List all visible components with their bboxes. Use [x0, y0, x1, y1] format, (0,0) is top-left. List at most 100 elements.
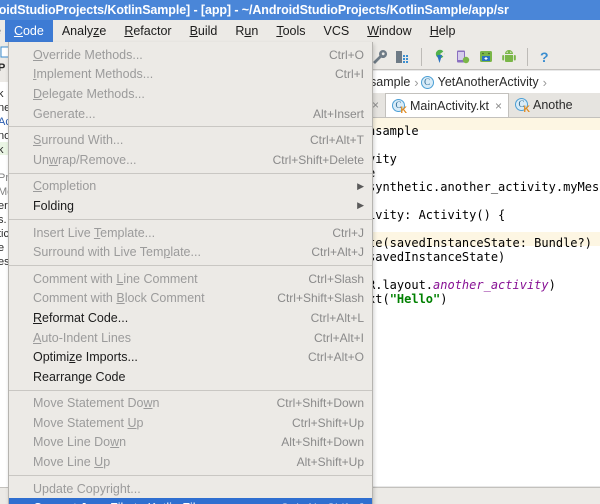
menu-item-label: Auto-Indent Lines — [33, 330, 131, 345]
menu-item-comment-with-block-comment[interactable]: Comment with Block Comment Ctrl+Shift+Sla… — [9, 289, 372, 309]
tab-close-icon[interactable]: × — [493, 99, 502, 113]
menu-item-move-line-down[interactable]: Move Line Down Alt+Shift+Down — [9, 433, 372, 453]
menu-item-label: Unwrap/Remove... — [33, 152, 137, 167]
menu-item-shortcut: Ctrl+O — [328, 47, 364, 62]
code-menu-dropdown[interactable]: Override Methods... Ctrl+O Implement Metho… — [8, 42, 373, 504]
code-line: nsample — [370, 124, 419, 138]
avd-manager-icon[interactable] — [455, 49, 471, 65]
menu-item-shortcut: Ctrl+Alt+O — [307, 350, 364, 365]
tree-row[interactable]: s. — [0, 214, 7, 226]
svg-text:?: ? — [540, 49, 549, 65]
menu-item-label: Move Line Down — [33, 435, 127, 450]
menu-item-implement-methods[interactable]: Implement Methods... Ctrl+I — [9, 65, 372, 85]
menu-item-auto-indent-lines[interactable]: Auto-Indent Lines Ctrl+Alt+I — [9, 328, 372, 348]
ide-window: roidStudioProjects/KotlinSample] - [app]… — [0, 0, 600, 504]
tab-anotheractivity-kt[interactable]: CK Anothe — [509, 93, 579, 117]
menu-item-override-methods[interactable]: Override Methods... Ctrl+O — [9, 45, 372, 65]
menu-item-optimize-imports[interactable]: Optimize Imports... Ctrl+Alt+O — [9, 347, 372, 367]
breadcrumb-item-class[interactable]: C YetAnotherActivity — [420, 75, 541, 89]
menu-item-label: Move Statement Down — [33, 396, 160, 411]
menu-item-shortcut: Ctrl+Alt+I — [313, 330, 364, 345]
menu-item-window[interactable]: Window — [358, 20, 420, 42]
menu-item-code[interactable]: Code — [4, 20, 53, 42]
code-editor[interactable]: nsample vity e synthetic.another_activit… — [370, 118, 600, 486]
tree-row[interactable]: er — [0, 200, 8, 212]
menu-separator — [9, 172, 372, 174]
project-header-label: P — [0, 62, 6, 74]
menu-item-surround-with-live-template[interactable]: Surround with Live Template... Ctrl+Alt+J — [9, 242, 372, 262]
tab-label: Anothe — [532, 98, 573, 112]
menu-item-label: Reformat Code... — [33, 310, 129, 325]
menu-window-label: Window — [367, 23, 412, 38]
android-icon[interactable] — [501, 49, 517, 65]
menu-item-shortcut: Ctrl+Slash — [308, 271, 364, 286]
menu-analyze-label: Analyze — [61, 23, 107, 38]
menu-build-label: Build — [189, 23, 218, 38]
menu-item-label: Completion — [33, 179, 97, 194]
menu-item-help[interactable]: Help — [421, 20, 465, 42]
menu-item-generate[interactable]: Generate... Alt+Insert — [9, 104, 372, 124]
menu-vcs-label: VCS — [323, 23, 350, 38]
menu-item-refactor[interactable]: Refactor — [115, 20, 180, 42]
wrench-icon[interactable] — [372, 49, 388, 65]
menu-separator — [9, 264, 372, 266]
menu-item-comment-with-line-comment[interactable]: Comment with Line Comment Ctrl+Slash — [9, 269, 372, 289]
breadcrumb-package-label: sample — [370, 75, 411, 89]
tree-row[interactable]: k — [0, 144, 4, 156]
menu-separator — [9, 218, 372, 220]
menu-item-label: Insert Live Template... — [33, 225, 156, 240]
code-line: te(savedInstanceState: Bundle?) — [370, 236, 592, 250]
menu-item-build[interactable]: Build — [181, 20, 227, 42]
menu-item-move-statement-down[interactable]: Move Statement Down Ctrl+Shift+Down — [9, 394, 372, 414]
menu-item-move-line-up[interactable]: Move Line Up Alt+Shift+Up — [9, 452, 372, 472]
menu-item-run[interactable]: Run — [226, 20, 267, 42]
menu-item-shortcut: Ctrl+Shift+Down — [276, 396, 364, 411]
menu-item-tools[interactable]: Tools — [267, 20, 314, 42]
menu-item-update-copyright[interactable]: Update Copyright... — [9, 479, 372, 499]
menu-item-insert-live-template[interactable]: Insert Live Template... Ctrl+J — [9, 223, 372, 243]
tree-row[interactable]: k — [0, 88, 4, 100]
menu-item-label: Move Line Up — [33, 455, 111, 470]
menu-item-label: Generate... — [33, 106, 96, 121]
menu-item-convert-java-file-to-kotlin-file[interactable]: Convert Java File to Kotlin FileCtrl+Alt… — [9, 498, 372, 504]
menu-tools-label: Tools — [276, 23, 306, 38]
menu-item-reformat-code[interactable]: Reformat Code... Ctrl+Alt+L — [9, 308, 372, 328]
sdk-manager-icon[interactable] — [395, 49, 411, 65]
code-line: synthetic.another_activity.myMess — [370, 180, 600, 194]
tree-row[interactable]: e — [0, 242, 4, 254]
class-icon: C — [420, 75, 434, 89]
breadcrumb-item-package[interactable]: sample — [370, 75, 412, 89]
window-title-text: roidStudioProjects/KotlinSample] - [app]… — [0, 3, 509, 17]
menu-item-move-statement-up[interactable]: Move Statement Up Ctrl+Shift+Up — [9, 413, 372, 433]
menu-item-analyze[interactable]: Analyze — [53, 20, 115, 42]
help-icon[interactable]: ? — [538, 49, 552, 65]
menu-item-delegate-methods[interactable]: Delegate Methods... — [9, 84, 372, 104]
menu-item-shortcut: Ctrl+Shift+Up — [291, 415, 364, 430]
menu-item-label: Move Statement Up — [33, 415, 144, 430]
menu-refactor-label: Refactor — [124, 23, 172, 38]
menu-item-shortcut: Ctrl+Alt+T — [309, 133, 364, 148]
menu-item-unwrap-remove[interactable]: Unwrap/Remove... Ctrl+Shift+Delete — [9, 150, 372, 170]
menu-item-shortcut: Ctrl+J — [332, 225, 364, 240]
tab-mainactivity-kt[interactable]: CK MainActivity.kt × — [385, 93, 509, 117]
menu-item-completion[interactable]: Completion ▶ — [9, 177, 372, 197]
toolbar-separator-2 — [527, 48, 528, 66]
menu-item-folding[interactable]: Folding ▶ — [9, 196, 372, 216]
menu-item-shortcut: Ctrl+I — [334, 67, 364, 82]
menu-item-vcs[interactable]: VCS — [315, 20, 359, 42]
submenu-arrow-icon: ▶ — [357, 200, 364, 211]
menu-item-shortcut: Alt+Shift+Up — [296, 455, 364, 470]
menu-item-shortcut: Ctrl+Alt+J — [311, 245, 364, 260]
menu-item-surround-with[interactable]: Surround With... Ctrl+Alt+T — [9, 130, 372, 150]
submenu-arrow-icon: ▶ — [357, 180, 364, 191]
sync-gradle-icon[interactable] — [432, 49, 448, 65]
menu-run-label: Run — [235, 23, 259, 38]
menu-item-label: Comment with Line Comment — [33, 271, 198, 286]
code-line: ivity: Activity() { — [370, 208, 506, 222]
breadcrumb: sample › C YetAnotherActivity › — [370, 71, 600, 93]
device-monitor-icon[interactable] — [478, 49, 494, 65]
menu-help-label: Help — [429, 23, 456, 38]
kotlin-file-icon: CK — [392, 98, 407, 114]
tab-label: MainActivity.kt — [410, 98, 489, 113]
menu-item-rearrange-code[interactable]: Rearrange Code — [9, 367, 372, 387]
